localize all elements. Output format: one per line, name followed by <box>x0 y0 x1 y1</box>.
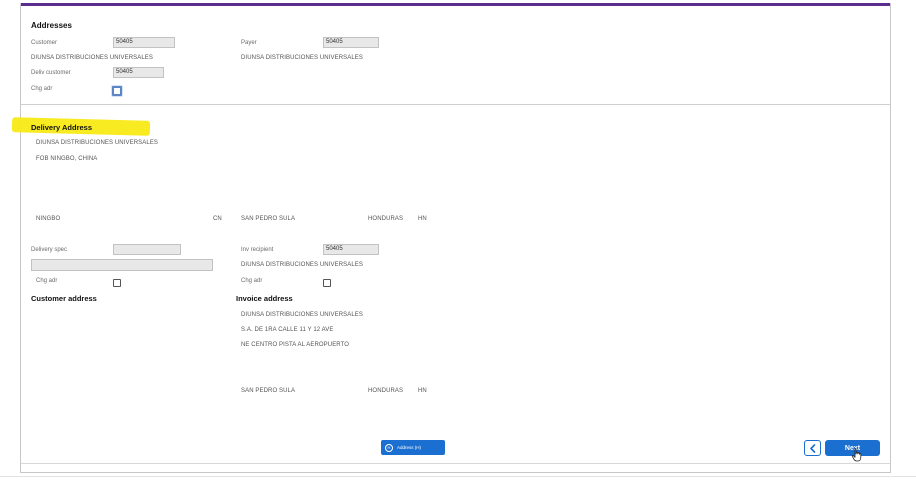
customer-name: DIUNSA DISTRIBUCIONES UNIVERSALES <box>31 55 153 61</box>
deliv-customer-label: Deliv customer <box>31 70 71 76</box>
delivery-spec-field[interactable] <box>113 244 181 255</box>
recipient-chg-adr-checkbox[interactable] <box>323 279 331 287</box>
delivery-spec-description[interactable] <box>31 259 213 271</box>
payer-name: DIUNSA DISTRIBUCIONES UNIVERSALES <box>241 55 363 61</box>
invoice-address-line1: DIUNSA DISTRIBUCIONES UNIVERSALES <box>241 312 363 318</box>
delivery-chg-adr-label: Chg adr <box>36 278 58 284</box>
customer-address-title: Customer address <box>31 294 97 303</box>
chg-adr-label: Chg adr <box>31 86 53 92</box>
chevron-left-icon <box>809 443 815 453</box>
inv-recipient-name: DIUNSA DISTRIBUCIONES UNIVERSALES <box>241 262 363 268</box>
recipient-city: SAN PEDRO SULA <box>241 216 296 222</box>
invoice-address-title: Invoice address <box>236 294 293 303</box>
address-button-label: Address (H) <box>397 445 422 450</box>
address-button[interactable]: H Address (H) <box>381 440 445 455</box>
payer-field[interactable]: 50405 <box>323 37 379 48</box>
invoice-address-line2: S.A. DE 1RA CALLE 11 Y 12 AVE <box>241 327 334 333</box>
window-bottom-edge <box>0 476 916 477</box>
delivery-address-line2: FOB NINGBO, CHINA <box>36 156 98 162</box>
delivery-spec-label: Delivery spec <box>31 247 68 253</box>
delivery-city: NINGBO <box>36 216 61 222</box>
invoice-address-line3: NE CENTRO PISTA AL AEROPUERTO <box>241 342 350 348</box>
delivery-address-name: DIUNSA DISTRIBUCIONES UNIVERSALES <box>36 140 158 146</box>
payer-label: Payer <box>241 40 257 46</box>
delivery-country: CN <box>213 216 222 222</box>
hand-cursor-icon <box>851 448 862 462</box>
footer-divider <box>21 463 890 464</box>
section-divider <box>21 104 890 105</box>
addresses-title: Addresses <box>31 21 72 30</box>
invoice-country-code: HN <box>418 388 427 394</box>
recipient-chg-adr-label: Chg adr <box>241 278 263 284</box>
back-button[interactable] <box>804 440 821 456</box>
delivery-address-title: Delivery Address <box>31 123 93 132</box>
customer-label: Customer <box>31 40 58 46</box>
recipient-country-name: HONDURAS <box>368 216 404 222</box>
chg-adr-checkbox[interactable] <box>112 86 122 96</box>
invoice-city: SAN PEDRO SULA <box>241 388 296 394</box>
invoice-country-name: HONDURAS <box>368 388 404 394</box>
recipient-country-code: HN <box>418 216 427 222</box>
inv-recipient-label: Inv recipient <box>241 247 274 253</box>
inv-recipient-field[interactable]: 50405 <box>323 244 379 255</box>
delivery-chg-adr-checkbox[interactable] <box>113 279 121 287</box>
customer-field[interactable]: 50405 <box>113 37 175 48</box>
address-key-icon: H <box>385 443 393 452</box>
deliv-customer-field[interactable]: 50405 <box>113 67 164 78</box>
